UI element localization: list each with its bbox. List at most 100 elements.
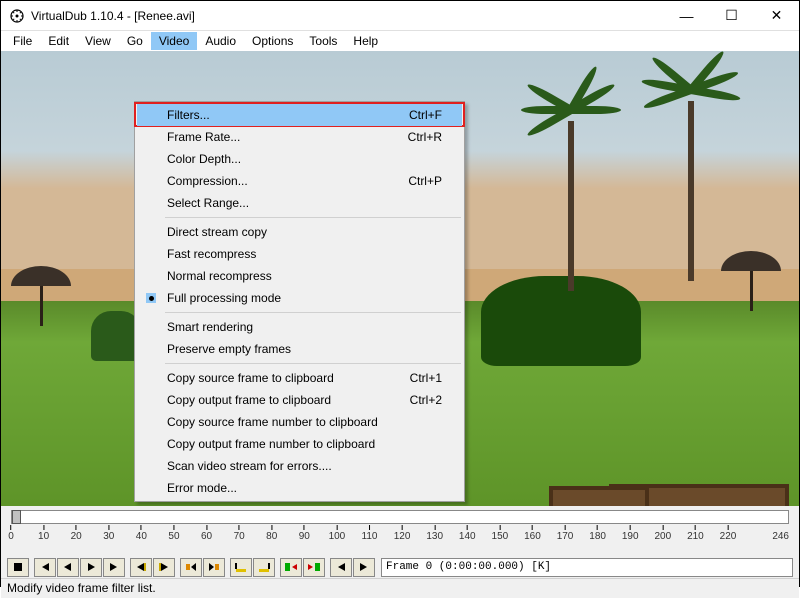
goto-in-button[interactable] [280,558,302,577]
timeline-track[interactable] [11,510,789,524]
menuitem-fast-recompress[interactable]: Fast recompress [137,243,462,265]
titlebar: VirtualDub 1.10.4 - [Renee.avi] — ☐ ✕ [1,1,799,31]
step-back-button[interactable] [57,558,79,577]
menuitem-copy-source-frame-to-clipboard[interactable]: Copy source frame to clipboard Ctrl+1 [137,367,462,389]
mark-out-icon [257,561,271,573]
menuitem-shortcut: Ctrl+R [388,130,442,144]
menuitem-copy-output-frame-number-to-clipboard[interactable]: Copy output frame number to clipboard [137,433,462,455]
menuitem-filters[interactable]: Filters... Ctrl+F [137,104,462,126]
video-preview-area: Filters... Ctrl+F Frame Rate...Ctrl+R Color… [1,51,799,506]
goto-in-icon [284,561,298,573]
menu-file[interactable]: File [5,32,40,50]
menuitem-label: Fast recompress [167,247,256,261]
step-fwd-icon [84,561,98,573]
menuitem-normal-recompress[interactable]: Normal recompress [137,265,462,287]
ruler-tick: 190 [622,525,639,542]
ruler-tick: 60 [201,525,212,542]
menu-tools[interactable]: Tools [301,32,345,50]
ruler-tick: 90 [299,525,310,542]
goto-out-button[interactable] [303,558,325,577]
window-title: VirtualDub 1.10.4 - [Renee.avi] [31,9,664,23]
close-button[interactable]: ✕ [754,1,799,30]
menuitem-label: Normal recompress [167,269,272,283]
timeline-thumb[interactable] [12,510,21,524]
menuitem-copy-output-frame-to-clipboard[interactable]: Copy output frame to clipboardCtrl+2 [137,389,462,411]
menuitem-compression[interactable]: Compression... Ctrl+P [137,170,462,192]
seek-start-button[interactable] [34,558,56,577]
menuitem-shortcut: Ctrl+P [388,174,442,188]
ruler-tick: 50 [168,525,179,542]
menuitem-label: Compression... [167,174,248,188]
next-key-icon [157,561,171,573]
seek-start-icon [38,561,52,573]
menuitem-label: Copy source frame number to clipboard [167,415,378,429]
menuitem-label: Copy source frame to clipboard [167,371,334,385]
menuitem-shortcut: Ctrl+1 [390,371,442,385]
prev-key-icon [134,561,148,573]
prev-drop-icon [334,561,348,573]
menu-edit[interactable]: Edit [40,32,77,50]
video-menu-dropdown: Filters... Ctrl+F Frame Rate...Ctrl+R Color… [134,101,465,502]
ruler-tick: 120 [394,525,411,542]
menuitem-frame-rate[interactable]: Frame Rate...Ctrl+R [137,126,462,148]
menuitem-copy-source-frame-number-to-clipboard[interactable]: Copy source frame number to clipboard [137,411,462,433]
ruler-tick: 10 [38,525,49,542]
next-scene-button[interactable] [203,558,225,577]
menu-go[interactable]: Go [119,32,151,50]
menuitem-error-mode[interactable]: Error mode... [137,477,462,499]
timeline-area: 246 010203040506070809010011012013014015… [1,506,799,556]
menuitem-label: Scan video stream for errors.... [167,459,332,473]
menu-video[interactable]: Video [151,32,197,50]
prev-drop-button[interactable] [330,558,352,577]
stop-button[interactable] [7,558,29,577]
seek-end-button[interactable] [103,558,125,577]
menuitem-label: Copy output frame number to clipboard [167,437,375,451]
stop-icon [11,561,25,573]
menuitem-full-processing-mode[interactable]: Full processing mode [137,287,462,309]
maximize-button[interactable]: ☐ [709,1,754,30]
ruler-tick: 80 [266,525,277,542]
transport-toolbar: Frame 0 (0:00:00.000) [K] [1,556,799,578]
ruler-tick: 150 [492,525,509,542]
menuitem-shortcut: Ctrl+F [389,108,442,122]
menuitem-label: Filters... [167,108,210,122]
menuitem-label: Smart rendering [167,320,253,334]
menu-view[interactable]: View [77,32,119,50]
mark-out-button[interactable] [253,558,275,577]
menuitem-label: Direct stream copy [167,225,267,239]
menuitem-smart-rendering[interactable]: Smart rendering [137,316,462,338]
ruler-tick: 110 [362,525,378,542]
app-icon [9,8,25,24]
next-drop-button[interactable] [353,558,375,577]
menuitem-color-depth[interactable]: Color Depth... [137,148,462,170]
goto-out-icon [307,561,321,573]
next-drop-icon [357,561,371,573]
ruler-tick: 0 [8,525,14,542]
ruler-tick: 170 [557,525,574,542]
menuitem-label: Color Depth... [167,152,241,166]
prev-key-button[interactable] [130,558,152,577]
menuitem-scan-video-stream-for-errors[interactable]: Scan video stream for errors.... [137,455,462,477]
frame-display: Frame 0 (0:00:00.000) [K] [381,558,793,577]
mark-in-button[interactable] [230,558,252,577]
menu-help[interactable]: Help [345,32,386,50]
ruler-tick: 40 [136,525,147,542]
menuitem-label: Error mode... [167,481,237,495]
menuitem-preserve-empty-frames[interactable]: Preserve empty frames [137,338,462,360]
next-key-button[interactable] [153,558,175,577]
menuitem-direct-stream-copy[interactable]: Direct stream copy [137,221,462,243]
minimize-button[interactable]: — [664,1,709,30]
menu-options[interactable]: Options [244,32,301,50]
menu-separator [165,363,461,364]
ruler-tick: 160 [524,525,541,542]
step-fwd-button[interactable] [80,558,102,577]
menuitem-select-range[interactable]: Select Range... [137,192,462,214]
ruler-tick: 140 [459,525,476,542]
menubar: FileEditViewGoVideoAudioOptionsToolsHelp [1,31,799,51]
ruler-tick: 210 [687,525,704,542]
prev-scene-button[interactable] [180,558,202,577]
ruler-tick: 30 [103,525,114,542]
menuitem-label: Select Range... [167,196,249,210]
ruler-tick: 100 [329,525,346,542]
menu-audio[interactable]: Audio [197,32,244,50]
